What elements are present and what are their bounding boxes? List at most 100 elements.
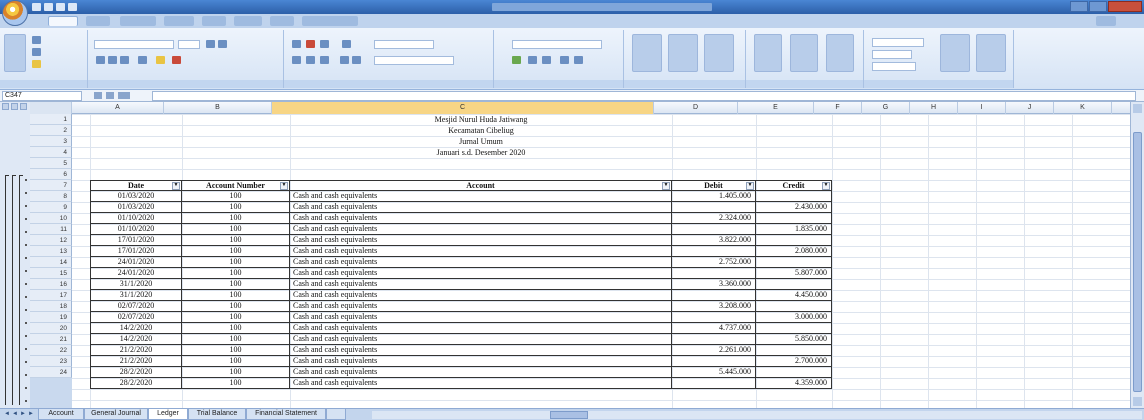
column-header-d[interactable]: D [654, 102, 738, 114]
cell-debit[interactable]: 5.445.000 [672, 367, 756, 378]
quick-access-toolbar[interactable] [32, 3, 77, 11]
underline-icon[interactable] [120, 56, 129, 64]
column-header-b[interactable]: B [164, 102, 272, 114]
outline-bracket[interactable] [19, 175, 23, 405]
cell-account[interactable]: Cash and cash equivalents [290, 290, 672, 301]
outline-bracket[interactable] [12, 175, 16, 405]
column-header-j[interactable]: J [1006, 102, 1054, 114]
cell-debit[interactable] [672, 202, 756, 213]
wrap-text-button[interactable] [374, 40, 434, 49]
row-header[interactable]: 23 [30, 356, 72, 367]
cell-account-number[interactable]: 100 [182, 312, 290, 323]
scroll-thumb[interactable] [1133, 132, 1142, 392]
row-header[interactable]: 13 [30, 246, 72, 257]
minimize-button[interactable] [1070, 1, 1088, 12]
cell-date[interactable]: 01/10/2020 [90, 224, 182, 235]
cell-debit[interactable] [672, 356, 756, 367]
align-bottom-icon[interactable] [320, 40, 329, 48]
cell-account-number[interactable]: 100 [182, 202, 290, 213]
header-debit[interactable]: Debit ▼ [672, 180, 756, 191]
maximize-button[interactable] [1089, 1, 1107, 12]
help-icon[interactable] [1096, 16, 1116, 26]
cell-credit[interactable]: 3.000.000 [756, 312, 832, 323]
italic-icon[interactable] [108, 56, 117, 64]
column-header-a[interactable]: A [72, 102, 164, 114]
align-middle-icon[interactable] [306, 40, 315, 48]
cell-date[interactable]: 01/10/2020 [90, 213, 182, 224]
cell-debit[interactable]: 2.324.000 [672, 213, 756, 224]
row-header[interactable]: 8 [30, 191, 72, 202]
cell-account[interactable]: Cash and cash equivalents [290, 213, 672, 224]
cell-account[interactable]: Cash and cash equivalents [290, 268, 672, 279]
cell-account[interactable]: Cash and cash equivalents [290, 202, 672, 213]
orientation-icon[interactable] [342, 40, 351, 48]
font-size-select[interactable] [178, 40, 200, 49]
cell-credit[interactable] [756, 213, 832, 224]
cell-account-number[interactable]: 100 [182, 378, 290, 389]
cell-debit[interactable]: 2.261.000 [672, 345, 756, 356]
bold-icon[interactable] [96, 56, 105, 64]
cell-account[interactable]: Cash and cash equivalents [290, 334, 672, 345]
sheet-tab-financial-statement[interactable]: Financial Statement [246, 409, 326, 420]
tab-home[interactable] [48, 16, 78, 26]
office-button[interactable] [2, 0, 28, 26]
font-color-icon[interactable] [172, 56, 181, 64]
cell-debit[interactable]: 2.752.000 [672, 257, 756, 268]
cell-date[interactable]: 01/03/2020 [90, 191, 182, 202]
scroll-up-icon[interactable] [1133, 104, 1142, 113]
row-header[interactable]: 1 [30, 114, 72, 125]
cell-account[interactable]: Cash and cash equivalents [290, 257, 672, 268]
cell-date[interactable]: 31/1/2020 [90, 279, 182, 290]
cell-debit[interactable] [672, 378, 756, 389]
cell-date[interactable]: 28/2/2020 [90, 378, 182, 389]
delete-cells-button[interactable] [790, 34, 818, 72]
cell-credit[interactable] [756, 191, 832, 202]
cell-credit[interactable] [756, 367, 832, 378]
column-header-h[interactable]: H [910, 102, 958, 114]
column-header-i[interactable]: I [958, 102, 1006, 114]
scroll-thumb[interactable] [550, 411, 588, 419]
row-header[interactable]: 15 [30, 268, 72, 279]
cell-credit[interactable]: 2.430.000 [756, 202, 832, 213]
cell-debit[interactable]: 4.737.000 [672, 323, 756, 334]
column-header-k[interactable]: K [1054, 102, 1112, 114]
cell-credit[interactable]: 4.359.000 [756, 378, 832, 389]
cell-credit[interactable]: 5.850.000 [756, 334, 832, 345]
grow-font-icon[interactable] [206, 40, 215, 48]
filter-dropdown-icon[interactable]: ▼ [662, 182, 670, 190]
filter-dropdown-icon[interactable]: ▼ [746, 182, 754, 190]
header-account-number[interactable]: Account Number ▼ [182, 180, 290, 191]
row-header[interactable]: 22 [30, 345, 72, 356]
paste-button[interactable] [4, 34, 26, 72]
cell-account[interactable]: Cash and cash equivalents [290, 345, 672, 356]
cell-date[interactable]: 01/03/2020 [90, 202, 182, 213]
row-header[interactable]: 5 [30, 158, 72, 169]
filter-dropdown-icon[interactable]: ▼ [822, 182, 830, 190]
font-name-select[interactable] [94, 40, 174, 49]
cell-account-number[interactable]: 100 [182, 191, 290, 202]
shrink-font-icon[interactable] [218, 40, 227, 48]
scroll-down-icon[interactable] [1133, 397, 1142, 406]
align-top-icon[interactable] [292, 40, 301, 48]
cell-date[interactable]: 02/07/2020 [90, 301, 182, 312]
cell-date[interactable]: 24/01/2020 [90, 268, 182, 279]
cancel-icon[interactable] [94, 92, 102, 99]
header-date[interactable]: Date ▼ [90, 180, 182, 191]
cell-date[interactable]: 21/2/2020 [90, 345, 182, 356]
cell-debit[interactable] [672, 290, 756, 301]
cell-account[interactable]: Cash and cash equivalents [290, 323, 672, 334]
row-header[interactable]: 12 [30, 235, 72, 246]
clear-button[interactable] [872, 62, 916, 71]
borders-icon[interactable] [138, 56, 147, 64]
cell-debit[interactable] [672, 268, 756, 279]
close-button[interactable] [1108, 1, 1142, 12]
merge-center-button[interactable] [374, 56, 454, 65]
row-header[interactable]: 9 [30, 202, 72, 213]
cell-account[interactable]: Cash and cash equivalents [290, 279, 672, 290]
cell-styles-button[interactable] [704, 34, 734, 72]
tab-page-layout[interactable] [120, 16, 156, 26]
row-header[interactable]: 21 [30, 334, 72, 345]
first-sheet-icon[interactable]: ◄ [4, 411, 11, 418]
cell-date[interactable]: 02/07/2020 [90, 312, 182, 323]
cell-credit[interactable] [756, 301, 832, 312]
